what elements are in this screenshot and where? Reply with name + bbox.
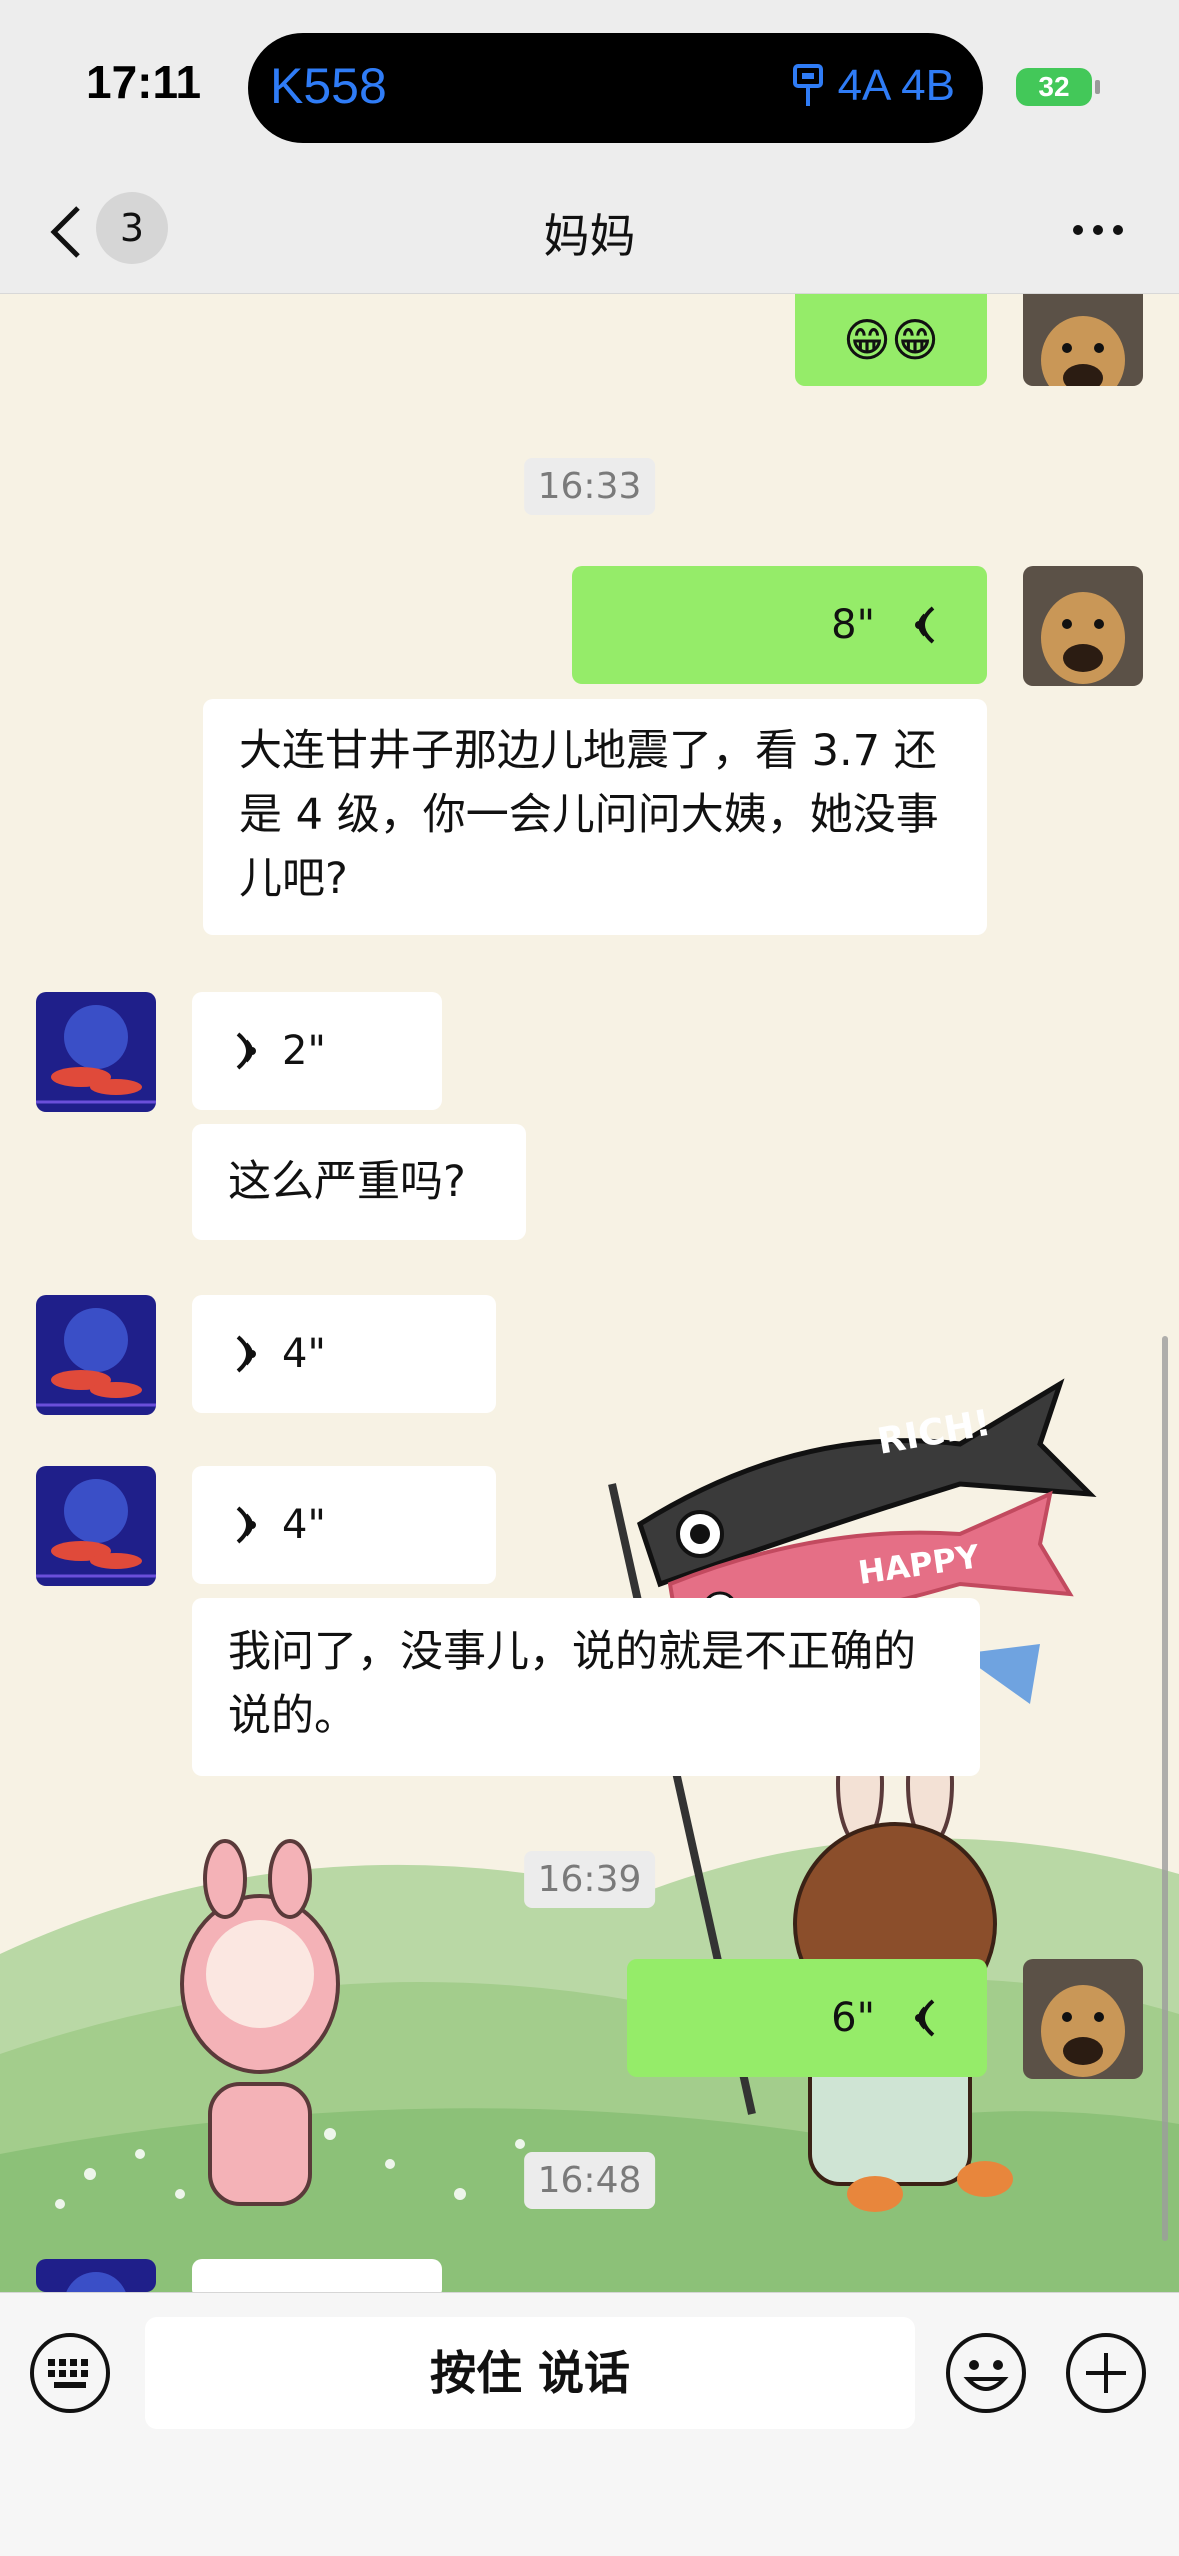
- incoming-transcription-bubble[interactable]: 我问了，没事儿，说的就是不正确的说的。: [192, 1598, 980, 1776]
- emoji-text: 😁😁: [843, 313, 939, 367]
- incoming-voice-message[interactable]: 2": [192, 992, 442, 1110]
- transcription-text: 大连甘井子那边儿地震了，看 3.7 还是 4 级，你一会儿问问大姨，她没事儿吧?: [239, 726, 939, 904]
- my-avatar-dog[interactable]: [1023, 294, 1143, 386]
- voice-wave-icon: [236, 1032, 256, 1070]
- mom-avatar[interactable]: [36, 2259, 156, 2292]
- battery-indicator: 32: [1016, 68, 1100, 106]
- outgoing-emoji-bubble[interactable]: 😁😁: [795, 294, 987, 386]
- mom-avatar-image: [36, 1295, 156, 1415]
- island-stop-info: 4A 4B: [792, 61, 955, 111]
- mom-avatar[interactable]: [36, 1295, 156, 1415]
- back-chevron-icon[interactable]: [44, 200, 92, 264]
- bus-stop-icon: [792, 64, 823, 106]
- island-route: K558: [270, 58, 387, 114]
- status-bar: 17:11 K558 4A 4B 32: [0, 0, 1179, 170]
- voice-duration: 2": [282, 1028, 326, 1074]
- island-stops: 4A 4B: [837, 61, 955, 110]
- mom-avatar-image: [36, 1466, 156, 1586]
- mom-avatar-image: [36, 992, 156, 1112]
- voice-duration: 4": [282, 1331, 326, 1377]
- voice-duration: 6": [831, 1995, 875, 2041]
- voice-wave-icon: [236, 1506, 256, 1544]
- incoming-text-bubble[interactable]: 这么严重吗?: [192, 1124, 526, 1240]
- voice-duration: 8": [831, 602, 875, 648]
- voice-wave-icon: [915, 1999, 935, 2037]
- chat-title: 妈妈: [543, 209, 636, 263]
- timestamp-chip: 16:33: [523, 458, 656, 515]
- mom-avatar[interactable]: [36, 992, 156, 1112]
- more-options-icon[interactable]: [1070, 222, 1126, 238]
- voice-wave-icon: [236, 1335, 256, 1373]
- voice-duration: 4": [282, 1502, 326, 1548]
- my-avatar-dog[interactable]: [1023, 1959, 1143, 2079]
- dog-avatar-image: [1023, 566, 1143, 686]
- transcription-text: 我问了，没事儿，说的就是不正确的说的。: [228, 1627, 916, 1741]
- voice-transcription-bubble[interactable]: 大连甘井子那边儿地震了，看 3.7 还是 4 级，你一会儿问问大姨，她没事儿吧?: [203, 699, 987, 935]
- chat-area[interactable]: RICH! HAPPY 😁😁 16:33 8" 大连甘井子那边儿地震了，看 3.…: [0, 294, 1179, 2292]
- dynamic-island[interactable]: K558 4A 4B: [248, 33, 983, 143]
- mom-avatar[interactable]: [36, 1466, 156, 1586]
- emoji-icon[interactable]: [944, 2331, 1028, 2415]
- scrollbar[interactable]: [1162, 1336, 1168, 2241]
- outgoing-voice-message[interactable]: 8": [572, 566, 987, 684]
- hold-to-talk-button[interactable]: 按住 说话: [145, 2317, 915, 2429]
- dog-avatar-image: [1023, 1959, 1143, 2079]
- clock: 17:11: [86, 56, 202, 108]
- message-text: 这么严重吗?: [228, 1157, 466, 1207]
- my-avatar-dog[interactable]: [1023, 566, 1143, 686]
- input-bar: 按住 说话: [0, 2292, 1179, 2556]
- unread-count-badge[interactable]: 3: [96, 192, 168, 264]
- dog-avatar-image: [1023, 294, 1143, 386]
- incoming-voice-message[interactable]: 4": [192, 1295, 496, 1413]
- voice-wave-icon: [915, 606, 935, 644]
- mom-avatar-image: [36, 2259, 156, 2292]
- nav-bar: 妈妈 3: [0, 170, 1179, 294]
- outgoing-voice-message[interactable]: 6": [627, 1959, 987, 2077]
- incoming-voice-message[interactable]: 4": [192, 1466, 496, 1584]
- timestamp-chip: 16:48: [523, 2152, 656, 2209]
- plus-icon[interactable]: [1064, 2331, 1148, 2415]
- incoming-message-partial[interactable]: [192, 2259, 442, 2292]
- keyboard-toggle-icon[interactable]: [28, 2331, 112, 2415]
- timestamp-chip: 16:39: [523, 1851, 656, 1908]
